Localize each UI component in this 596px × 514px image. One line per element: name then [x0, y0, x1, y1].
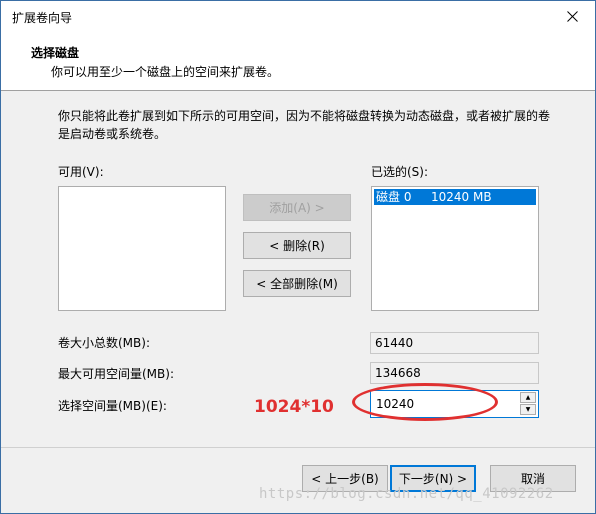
page-subtitle: 你可以用至少一个磁盘上的空间来扩展卷。 [51, 65, 280, 79]
triangle-up-icon: ▲ [525, 394, 531, 401]
title-bar: 扩展卷向导 [1, 1, 595, 31]
description-text: 你只能将此卷扩展到如下所示的可用空间，因为不能将磁盘转换为动态磁盘，或者被扩展的… [58, 109, 551, 141]
add-button[interactable]: 添加(A) > [243, 194, 351, 221]
max-space-value: 134668 [370, 362, 539, 384]
extend-volume-wizard-dialog: 扩展卷向导 选择磁盘 你可以用至少一个磁盘上的空间来扩展卷。 你只能将此卷扩展到… [0, 0, 596, 514]
spin-down-button[interactable]: ▼ [520, 404, 536, 415]
available-listbox[interactable] [58, 186, 226, 311]
total-size-label: 卷大小总数(MB): [58, 336, 150, 350]
page-title: 选择磁盘 [31, 46, 80, 60]
disk-name: 磁盘 0 [376, 190, 412, 204]
remove-button[interactable]: < 删除(R) [243, 232, 351, 259]
max-space-label: 最大可用空间量(MB): [58, 367, 174, 381]
selected-listbox[interactable]: 磁盘 0 10240 MB [371, 186, 539, 311]
selected-label: 已选的(S): [371, 165, 429, 179]
footer-divider [1, 447, 595, 448]
close-icon [566, 10, 578, 22]
select-space-label: 选择空间量(MB)(E): [58, 399, 167, 413]
close-button[interactable] [549, 1, 595, 31]
available-label: 可用(V): [58, 165, 104, 179]
disk-size: 10240 MB [431, 190, 492, 204]
window-title: 扩展卷向导 [12, 11, 73, 25]
watermark-url: https://blog.csdn.net/qq_41092262 [259, 486, 554, 502]
list-item[interactable]: 磁盘 0 10240 MB [374, 189, 536, 205]
spin-up-button[interactable]: ▲ [520, 392, 536, 403]
annotation-text: 1024*10 [254, 397, 334, 417]
wizard-header: 选择磁盘 你可以用至少一个磁盘上的空间来扩展卷。 [1, 31, 595, 91]
triangle-down-icon: ▼ [525, 406, 531, 413]
annotation-ellipse [352, 383, 498, 421]
total-size-value: 61440 [370, 332, 539, 354]
remove-all-button[interactable]: < 全部删除(M) [243, 270, 351, 297]
